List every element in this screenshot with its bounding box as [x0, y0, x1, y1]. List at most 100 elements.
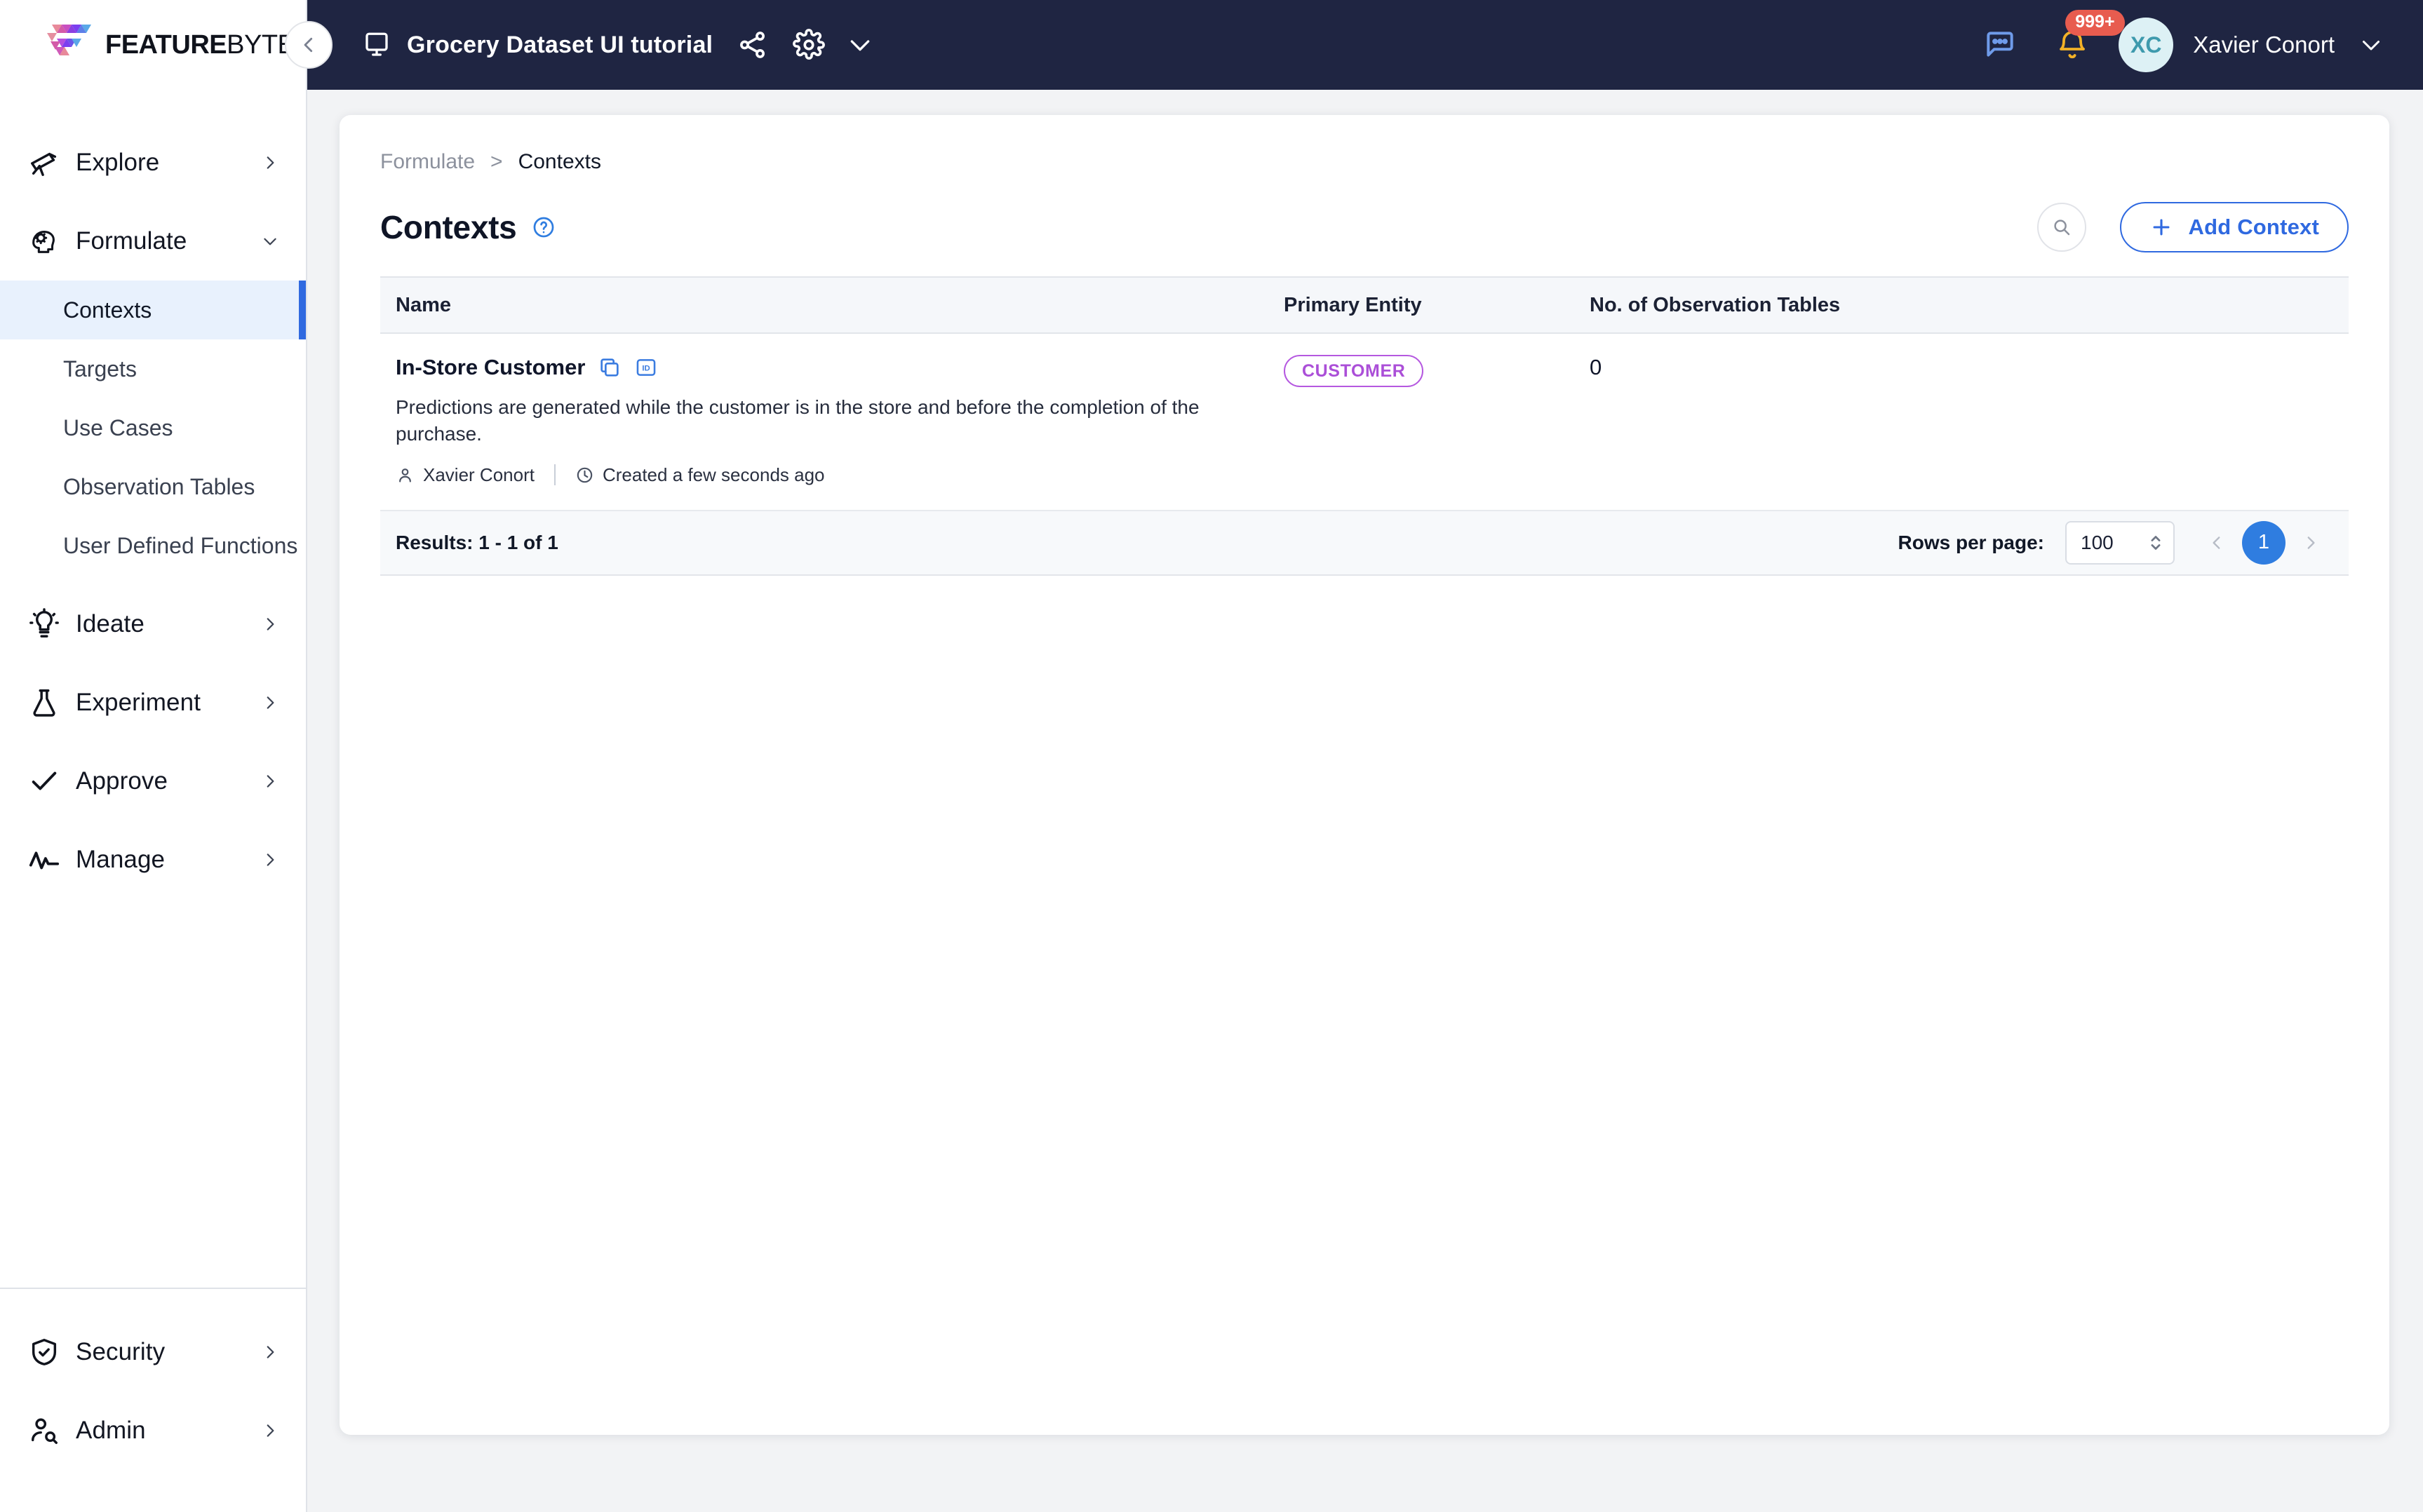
app-root: FEATUREBYTE Explore Formulate Contexts T… — [0, 0, 2423, 1512]
context-name[interactable]: In-Store Customer — [396, 355, 585, 380]
project-menu-chevron-down-icon[interactable] — [846, 31, 874, 59]
add-context-button[interactable]: Add Context — [2119, 202, 2349, 252]
page-title: Contexts — [380, 209, 517, 245]
sidebar-item-label: Experiment — [76, 689, 201, 716]
gear-icon[interactable] — [793, 29, 826, 61]
chevron-left-icon — [304, 37, 313, 53]
chevron-right-icon — [261, 1343, 279, 1361]
sidebar-item-admin[interactable]: Admin — [0, 1391, 306, 1470]
user-menu-chevron-down-icon[interactable] — [2358, 32, 2384, 58]
pager: 1 — [2196, 520, 2332, 565]
sidebar-item-explore[interactable]: Explore — [0, 123, 306, 202]
chevron-right-icon — [261, 1422, 279, 1440]
page-header: Contexts Add Context — [380, 202, 2349, 252]
project-title: Grocery Dataset UI tutorial — [407, 31, 713, 58]
copy-icon[interactable] — [598, 356, 622, 379]
avatar[interactable]: XC — [2119, 18, 2174, 72]
chevron-right-icon — [261, 694, 279, 712]
observation-tables-count: 0 — [1590, 355, 1602, 379]
rows-per-page-select[interactable]: 100 — [2065, 520, 2175, 565]
sidebar-item-approve[interactable]: Approve — [0, 742, 306, 821]
chevron-right-icon — [261, 851, 279, 869]
sidebar-bottom-nav: Security Admin — [0, 1288, 306, 1512]
id-badge-icon[interactable]: ID — [634, 356, 658, 379]
breadcrumb: Formulate > Contexts — [380, 150, 2349, 174]
brain-gear-icon — [28, 225, 60, 257]
sidebar-item-observation-tables[interactable]: Observation Tables — [0, 457, 306, 516]
share-icon[interactable] — [737, 29, 769, 61]
check-icon — [28, 765, 60, 797]
results-summary: Results: 1 - 1 of 1 — [396, 531, 558, 553]
user-search-icon — [28, 1415, 60, 1447]
pagination-controls: Rows per page: 100 1 — [1898, 520, 2332, 565]
brand-logo[interactable]: FEATUREBYTE — [0, 0, 306, 90]
top-bar: Grocery Dataset UI tutorial 999+ XC Xavi… — [307, 0, 2423, 90]
featurebyte-logo-icon — [47, 25, 91, 55]
shield-check-icon — [28, 1336, 60, 1368]
sidebar-item-security[interactable]: Security — [0, 1313, 306, 1391]
cell-observation-tables: 0 — [1590, 355, 2349, 486]
status-badge[interactable]: CUSTOMER — [1284, 355, 1424, 387]
sidebar-item-formulate[interactable]: Formulate — [0, 202, 306, 281]
sidebar-item-experiment[interactable]: Experiment — [0, 663, 306, 742]
telescope-icon — [28, 147, 60, 179]
flask-icon — [28, 687, 60, 719]
breadcrumb-parent[interactable]: Formulate — [380, 150, 475, 174]
chat-bubble-icon[interactable] — [1982, 27, 2018, 62]
meta-divider — [553, 464, 556, 486]
sidebar-item-label: Approve — [76, 767, 168, 795]
sidebar-item-label: Security — [76, 1338, 166, 1365]
column-header-primary-entity: Primary Entity — [1284, 293, 1422, 316]
monitor-icon — [362, 30, 391, 60]
context-description: Predictions are generated while the cust… — [396, 396, 1200, 445]
cell-name: In-Store Customer ID Predictions are gen… — [380, 355, 1284, 486]
sidebar-item-label: Observation Tables — [63, 473, 255, 499]
search-button[interactable] — [2036, 203, 2086, 252]
column-header-observation-tables: No. of Observation Tables — [1590, 293, 1841, 316]
sidebar: FEATUREBYTE Explore Formulate Contexts T… — [0, 0, 307, 1512]
rows-per-page-label: Rows per page: — [1898, 531, 2044, 553]
sidebar-item-use-cases[interactable]: Use Cases — [0, 398, 306, 457]
breadcrumb-separator: > — [490, 150, 503, 173]
content-area: Formulate > Contexts Contexts Add Contex… — [307, 90, 2423, 1512]
sidebar-item-label: Contexts — [63, 297, 152, 323]
sidebar-item-label: Manage — [76, 846, 166, 873]
pagination-prev-button[interactable] — [2196, 522, 2238, 564]
svg-text:ID: ID — [643, 365, 650, 373]
chevron-right-icon — [2307, 536, 2315, 549]
search-icon — [2053, 220, 2069, 236]
sidebar-item-targets[interactable]: Targets — [0, 339, 306, 398]
breadcrumb-current: Contexts — [518, 150, 601, 173]
sidebar-item-manage[interactable]: Manage — [0, 821, 306, 899]
chevron-left-icon — [2213, 536, 2220, 549]
rows-per-page-value: 100 — [2081, 531, 2114, 553]
pagination-next-button[interactable] — [2290, 522, 2332, 564]
project-title-group[interactable]: Grocery Dataset UI tutorial — [362, 30, 713, 60]
top-bar-right: 999+ XC Xavier Conort — [1982, 10, 2423, 72]
chevron-right-icon — [261, 772, 279, 790]
notification-count-badge: 999+ — [2065, 10, 2125, 36]
sidebar-nav: Explore Formulate Contexts Targets Use C… — [0, 90, 306, 1288]
lightbulb-icon — [28, 608, 60, 640]
pagination-page-1[interactable]: 1 — [2242, 520, 2286, 565]
notifications-button[interactable]: 999+ — [2055, 10, 2125, 62]
sidebar-item-label: User Defined Functions — [63, 532, 298, 558]
row-name-line: In-Store Customer ID — [396, 355, 1284, 380]
table-row[interactable]: In-Store Customer ID Predictions are gen… — [380, 334, 2349, 511]
sidebar-item-ideate[interactable]: Ideate — [0, 585, 306, 663]
sidebar-item-label: Explore — [76, 149, 160, 176]
sidebar-item-label: Formulate — [76, 227, 187, 255]
row-created-time: Created a few seconds ago — [602, 464, 825, 485]
chevron-down-icon — [261, 232, 279, 250]
cell-primary-entity: CUSTOMER — [1284, 355, 1590, 486]
sidebar-item-contexts[interactable]: Contexts — [0, 281, 306, 339]
sidebar-item-label: Ideate — [76, 610, 145, 637]
sidebar-item-user-defined-functions[interactable]: User Defined Functions — [0, 516, 306, 575]
sidebar-collapse-button[interactable] — [285, 21, 333, 69]
table-footer: Results: 1 - 1 of 1 Rows per page: 100 1 — [380, 511, 2349, 576]
brand-name: FEATUREBYTE — [105, 29, 295, 60]
user-icon — [396, 466, 415, 485]
question-circle-icon[interactable] — [532, 215, 556, 239]
add-context-label: Add Context — [2188, 215, 2319, 239]
row-author: Xavier Conort — [423, 464, 535, 485]
